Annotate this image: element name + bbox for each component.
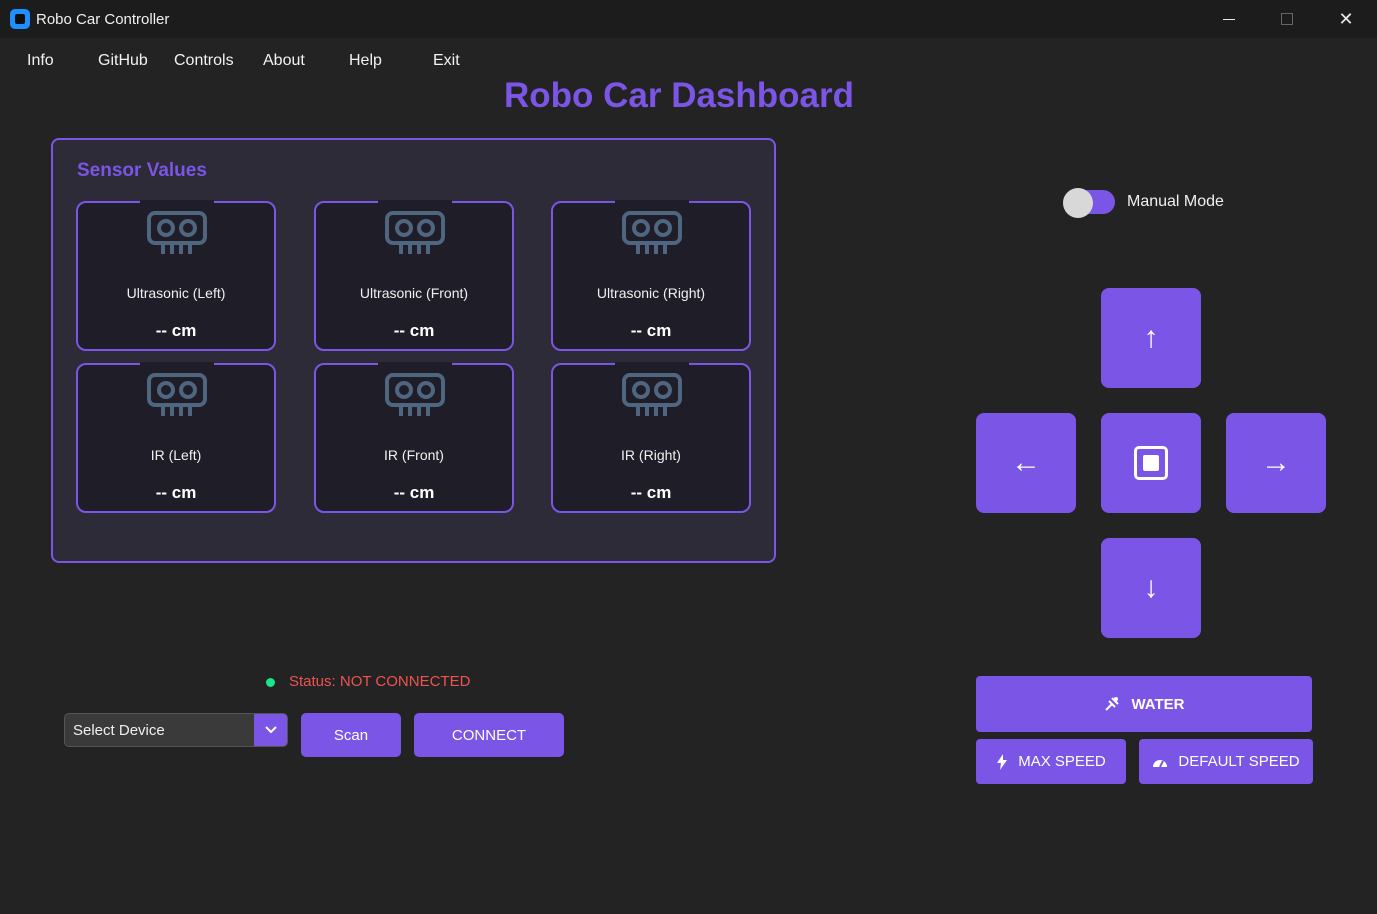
chevron-down-icon[interactable]: [254, 714, 287, 746]
page-title: Robo Car Dashboard: [503, 76, 855, 115]
sensor-card-ir-front: IR (Front) -- cm: [314, 362, 514, 513]
menu-item-about[interactable]: About: [263, 52, 305, 70]
scan-button[interactable]: Scan: [301, 713, 401, 757]
app-window: Robo Car Controller ✕ Info GitHub Contro…: [0, 0, 1377, 914]
sensor-icon: [147, 373, 207, 416]
manual-mode-label: Manual Mode: [1127, 193, 1224, 210]
window-title: Robo Car Controller: [36, 11, 170, 28]
stop-icon: [1134, 446, 1168, 480]
sensor-icon: [385, 211, 445, 254]
sensor-value: -- cm: [630, 483, 672, 502]
minimize-icon: [1223, 18, 1235, 20]
maximize-icon: [1281, 13, 1293, 25]
right-button[interactable]: →: [1226, 413, 1326, 513]
arrow-up-icon: ↑: [1143, 321, 1159, 354]
max-speed-button[interactable]: MAX SPEED: [976, 739, 1126, 784]
sensor-value: -- cm: [155, 321, 197, 340]
sensor-icon: [622, 211, 682, 254]
sensor-value: -- cm: [155, 483, 197, 502]
sensor-card-ultrasonic-right: Ultrasonic (Right) -- cm: [551, 200, 751, 351]
sensor-name: Ultrasonic (Right): [596, 285, 706, 301]
sensor-value: -- cm: [630, 321, 672, 340]
toggle-knob: [1063, 188, 1093, 218]
arrow-down-icon: ↓: [1143, 571, 1159, 604]
backward-button[interactable]: ↓: [1101, 538, 1201, 638]
close-button[interactable]: ✕: [1317, 0, 1375, 38]
sensor-icon: [385, 373, 445, 416]
sensor-name: Ultrasonic (Front): [359, 285, 469, 301]
maximize-button[interactable]: [1258, 0, 1316, 38]
default-speed-label: DEFAULT SPEED: [1178, 753, 1300, 770]
manual-mode-toggle[interactable]: [1063, 188, 1115, 218]
default-speed-button[interactable]: DEFAULT SPEED: [1139, 739, 1313, 784]
arrow-right-icon: →: [1261, 446, 1291, 479]
connect-button[interactable]: CONNECT: [414, 713, 564, 757]
app-icon: [10, 9, 30, 29]
minimize-button[interactable]: [1200, 0, 1258, 38]
sensor-panel: Sensor Values Ultrasonic (Left) -- cm Ul…: [51, 138, 776, 563]
connection-status: Status: NOT CONNECTED: [289, 673, 471, 690]
speedometer-icon: [1152, 756, 1168, 768]
status-indicator: [266, 678, 275, 687]
menu-item-controls[interactable]: Controls: [174, 52, 234, 70]
sensor-value: -- cm: [393, 321, 435, 340]
sensor-name: IR (Right): [621, 447, 681, 463]
sensor-card-ir-left: IR (Left) -- cm: [76, 362, 276, 513]
water-button[interactable]: WATER: [976, 676, 1312, 732]
sensor-card-ultrasonic-front: Ultrasonic (Front) -- cm: [314, 200, 514, 351]
arrow-left-icon: ←: [1011, 446, 1041, 479]
close-icon: ✕: [1338, 8, 1354, 29]
menu-item-help[interactable]: Help: [349, 52, 382, 70]
sensor-name: IR (Left): [150, 447, 202, 463]
water-label: WATER: [1131, 695, 1185, 713]
sensor-card-ultrasonic-left: Ultrasonic (Left) -- cm: [76, 200, 276, 351]
device-select[interactable]: Select Device: [64, 713, 288, 747]
sprinkler-icon: [1103, 695, 1121, 713]
sensor-card-ir-right: IR (Right) -- cm: [551, 362, 751, 513]
menu-item-github[interactable]: GitHub: [98, 52, 148, 70]
sensor-icon: [622, 373, 682, 416]
title-bar: Robo Car Controller ✕: [0, 0, 1377, 38]
lightning-icon: [996, 753, 1008, 770]
max-speed-label: MAX SPEED: [1018, 753, 1106, 770]
menu-item-info[interactable]: Info: [27, 52, 54, 70]
stop-button[interactable]: [1101, 413, 1201, 513]
sensor-panel-title: Sensor Values: [77, 160, 207, 181]
device-select-value: Select Device: [73, 722, 165, 739]
sensor-name: IR (Front): [384, 447, 444, 463]
sensor-value: -- cm: [393, 483, 435, 502]
menu-item-exit[interactable]: Exit: [433, 52, 460, 70]
forward-button[interactable]: ↑: [1101, 288, 1201, 388]
left-button[interactable]: ←: [976, 413, 1076, 513]
sensor-icon: [147, 211, 207, 254]
sensor-name: Ultrasonic (Left): [126, 285, 226, 301]
